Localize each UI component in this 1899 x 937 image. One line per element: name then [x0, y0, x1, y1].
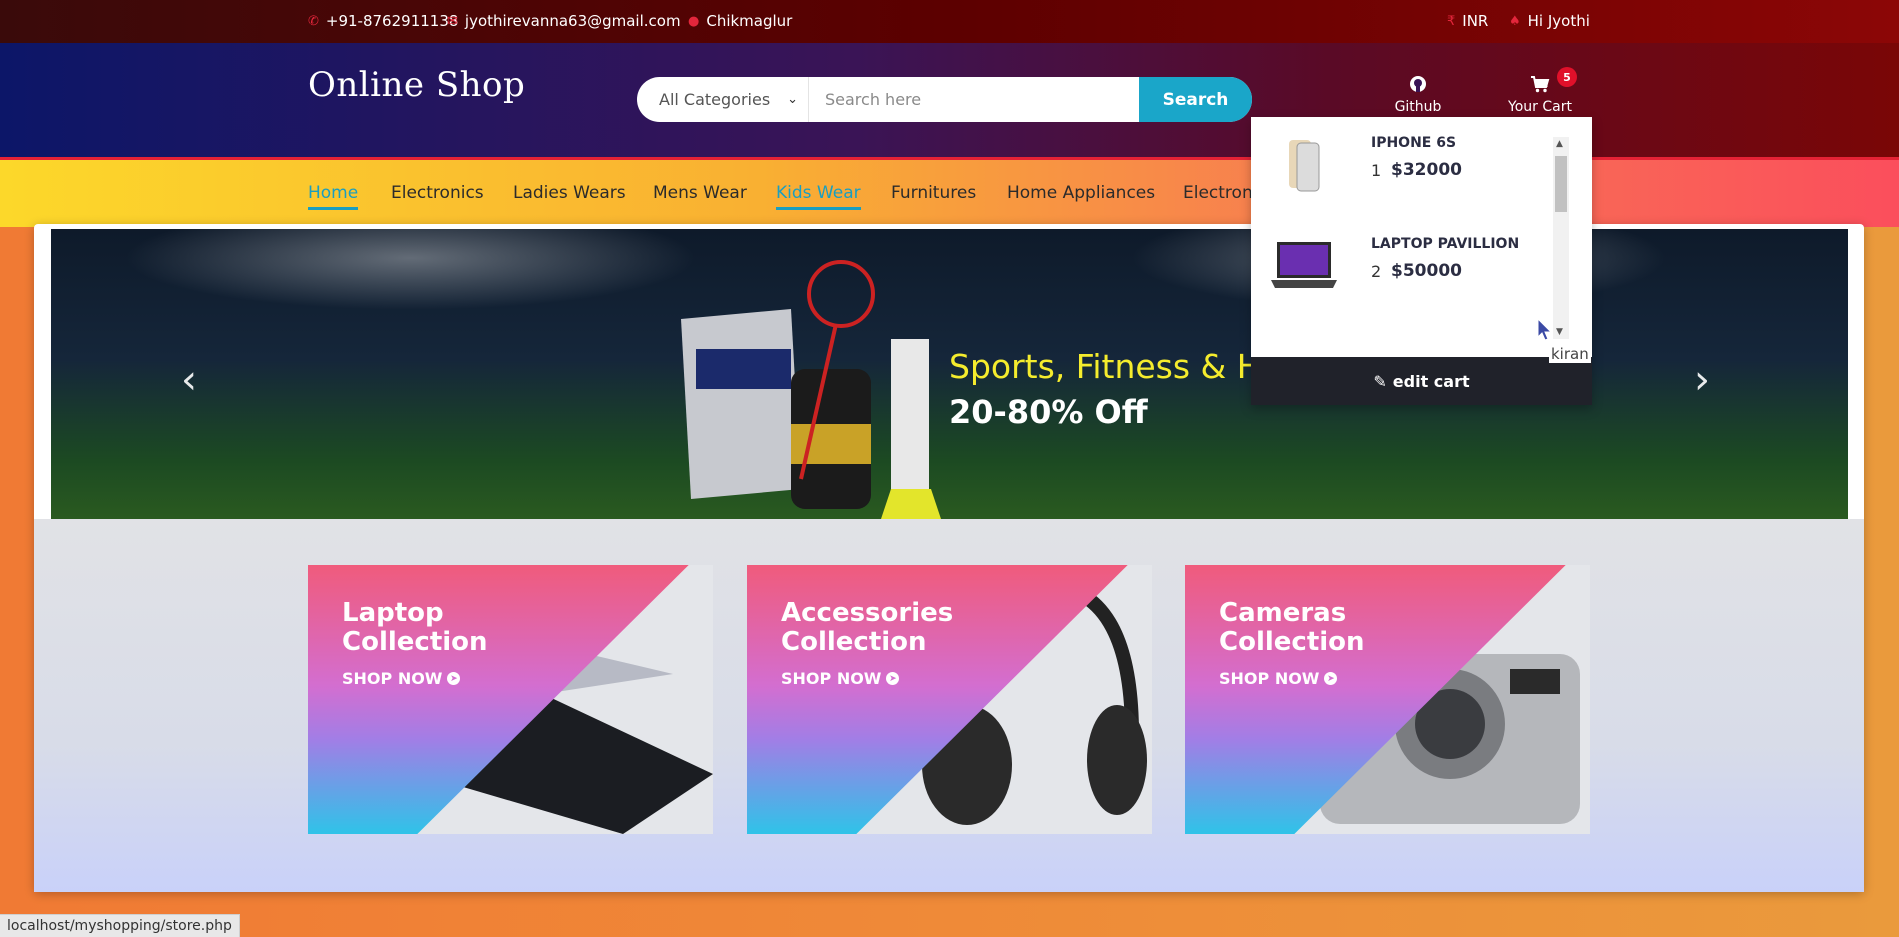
phone-contact[interactable]: ✆ +91-8762911138 — [308, 12, 458, 30]
shop-now-link[interactable]: SHOP NOW ➤ — [342, 669, 461, 688]
nav-item-kids-wear[interactable]: Kids Wear — [776, 183, 861, 210]
main-nav: Home Electronics Ladies Wears Mens Wear … — [0, 157, 1899, 227]
github-link[interactable]: Github — [1394, 75, 1442, 115]
banner-subline: 20-80% Off — [949, 393, 1148, 431]
site-logo[interactable]: Online Shop — [308, 65, 525, 105]
phone-icon: ✆ — [308, 13, 319, 29]
arrow-circle-right-icon: ➤ — [886, 672, 900, 685]
currency-selector[interactable]: ₹ INR — [1447, 12, 1488, 30]
nav-item-mens-wear[interactable]: Mens Wear — [653, 183, 747, 207]
arrow-circle-right-icon: ➤ — [1324, 672, 1338, 685]
envelope-icon: ✉ — [447, 13, 458, 29]
browser-status-bar: localhost/myshopping/store.php — [0, 914, 240, 937]
currency-text: INR — [1462, 12, 1489, 30]
nav-item-home[interactable]: Home — [308, 183, 359, 210]
collection-card-cameras[interactable]: Cameras Collection SHOP NOW ➤ — [1185, 565, 1590, 834]
phone-text: +91-8762911138 — [325, 12, 459, 30]
scrollbar-thumb[interactable] — [1555, 156, 1567, 212]
github-icon — [1394, 75, 1442, 97]
mouse-cursor-icon — [1537, 318, 1553, 341]
cart-item-price: $32000 — [1391, 160, 1462, 180]
cart-dropdown: IPHONE 6S 1 $32000 LAPTOP PAVILLION 2 $5… — [1251, 117, 1592, 405]
collection-card-accessories[interactable]: Accessories Collection SHOP NOW ➤ — [747, 565, 1152, 834]
edit-cart-button[interactable]: ✎ edit cart — [1251, 357, 1592, 405]
cart-item-price: $50000 — [1391, 261, 1462, 281]
cart-label: Your Cart — [1508, 99, 1572, 115]
location-text: Chikmaglur — [706, 12, 793, 30]
map-marker-icon: ● — [688, 13, 700, 29]
nav-item-electron[interactable]: Electron — [1183, 183, 1253, 207]
laptop-thumbnail — [1271, 242, 1337, 288]
card-title: Cameras Collection — [1219, 598, 1365, 657]
search-bar: All Categories ⌄ Search — [637, 77, 1252, 122]
nav-item-electronics[interactable]: Electronics — [391, 183, 484, 207]
email-contact[interactable]: ✉ jyothirevanna63@gmail.com — [447, 12, 681, 30]
nav-item-ladies-wears[interactable]: Ladies Wears — [513, 183, 626, 207]
cart-link[interactable]: Your Cart 5 — [1507, 67, 1577, 115]
collection-card-laptop[interactable]: Laptop Collection SHOP NOW ➤ — [308, 565, 713, 834]
cart-item-qty: 1 — [1371, 161, 1382, 180]
cart-scrollbar[interactable]: ▲ ▼ — [1553, 137, 1569, 339]
scroll-down-icon[interactable]: ▼ — [1556, 327, 1563, 337]
edit-cart-label: edit cart — [1392, 371, 1470, 391]
edit-icon: ✎ — [1373, 371, 1387, 391]
carousel-next-arrow-icon[interactable]: › — [1694, 357, 1710, 403]
tooltip: kiran — [1549, 345, 1591, 363]
search-input[interactable] — [809, 77, 1139, 122]
chevron-down-icon: ⌄ — [787, 92, 798, 107]
banner-headline: Sports, Fitness & He — [949, 347, 1282, 386]
card-title: Accessories Collection — [781, 598, 954, 657]
cart-item-name: LAPTOP PAVILLION — [1371, 236, 1520, 252]
top-bar: ✆ +91-8762911138 ✉ jyothirevanna63@gmail… — [0, 0, 1899, 43]
scroll-up-icon[interactable]: ▲ — [1556, 139, 1563, 149]
card-title: Laptop Collection — [342, 598, 488, 657]
cart-item-qty: 2 — [1371, 262, 1382, 281]
carousel-prev-arrow-icon[interactable]: ‹ — [181, 357, 197, 403]
user-account-link[interactable]: ♠ Hi Jyothi — [1509, 12, 1590, 30]
github-label: Github — [1394, 99, 1442, 115]
user-icon: ♠ — [1509, 13, 1521, 29]
search-button[interactable]: Search — [1139, 77, 1252, 122]
email-text: jyothirevanna63@gmail.com — [464, 12, 681, 30]
location-contact[interactable]: ● Chikmaglur — [688, 12, 792, 30]
nav-item-home-appliances[interactable]: Home Appliances — [1007, 183, 1155, 207]
greeting-text: Hi Jyothi — [1527, 12, 1590, 30]
shop-now-link[interactable]: SHOP NOW ➤ — [781, 669, 900, 688]
rupee-icon: ₹ — [1447, 13, 1456, 29]
cart-item-name: IPHONE 6S — [1371, 135, 1457, 151]
header: Online Shop All Categories ⌄ Search Gith… — [0, 43, 1899, 157]
nav-item-furnitures[interactable]: Furnitures — [891, 183, 976, 207]
collections-section: Laptop Collection SHOP NOW ➤ Accessories… — [34, 519, 1864, 892]
category-select[interactable]: All Categories ⌄ — [637, 77, 809, 122]
arrow-circle-right-icon: ➤ — [447, 672, 461, 685]
shop-now-link[interactable]: SHOP NOW ➤ — [1219, 669, 1338, 688]
iphone-thumbnail — [1289, 140, 1320, 192]
category-selected: All Categories — [659, 90, 771, 109]
cart-count-badge: 5 — [1557, 67, 1577, 87]
fitness-products-image — [681, 260, 941, 519]
